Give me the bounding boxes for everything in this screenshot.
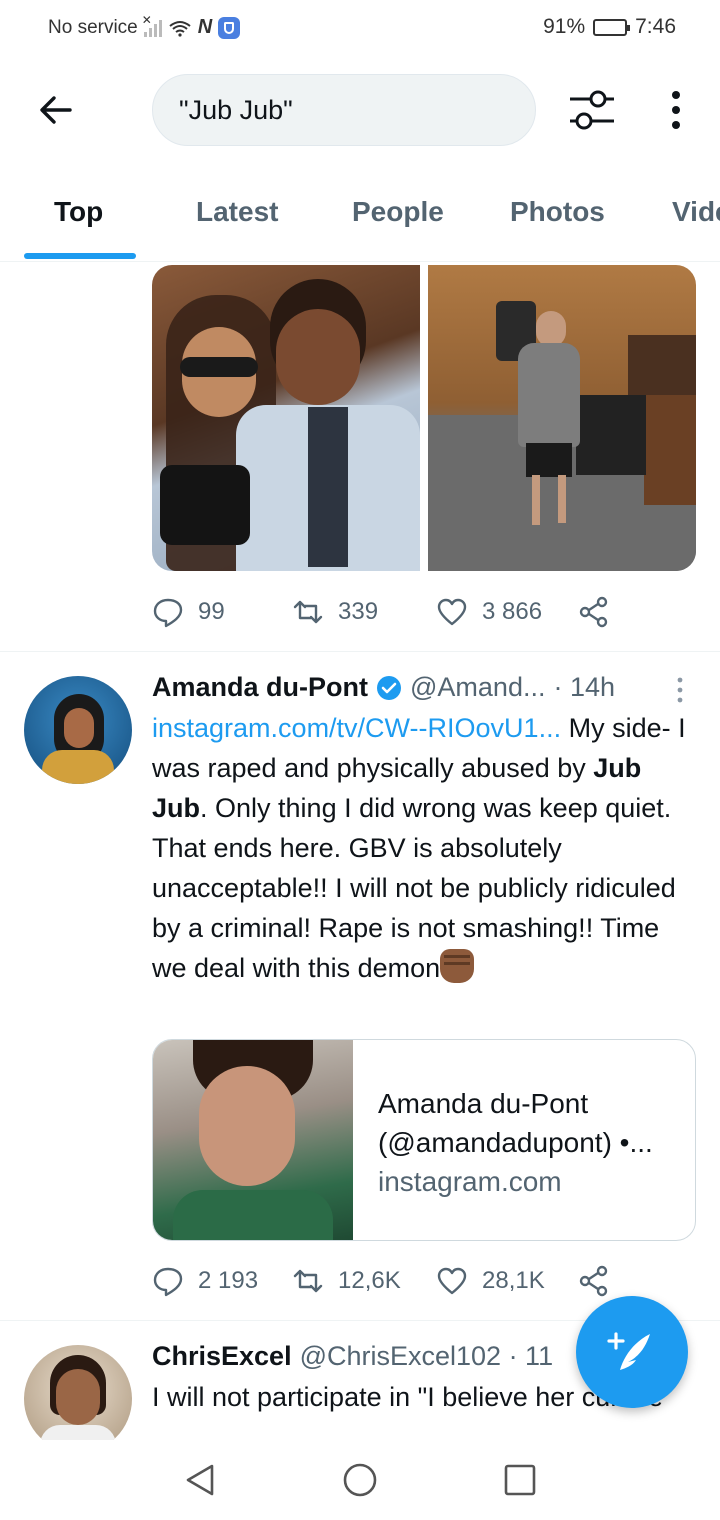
tweet2-actions: 2 193 12,6K 28,1K xyxy=(152,1261,632,1301)
search-query-text: "Jub Jub" xyxy=(179,94,293,125)
reply-button[interactable]: 2 193 xyxy=(152,1265,292,1297)
tab-photos[interactable]: Photos xyxy=(510,196,605,228)
filter-icon[interactable] xyxy=(568,88,616,132)
author-handle[interactable]: @Amand... xyxy=(410,672,545,703)
nav-back-icon[interactable] xyxy=(182,1462,218,1498)
carrier-text: No service xyxy=(48,16,138,38)
share-button[interactable] xyxy=(578,596,610,628)
search-tabs: Top Latest People Photos Videos xyxy=(0,178,720,262)
link-preview-image xyxy=(153,1040,353,1240)
reply-icon xyxy=(153,1267,183,1297)
link-preview-text: Amanda du-Pont (@amandadupont) •... inst… xyxy=(378,1084,678,1201)
tab-videos[interactable]: Videos xyxy=(672,196,720,228)
status-left: No service ✕ N xyxy=(48,13,241,39)
clock: 7:46 xyxy=(635,15,676,38)
retweet-button[interactable]: 339 xyxy=(292,596,436,628)
author-name[interactable]: Amanda du-Pont xyxy=(152,672,368,703)
author-handle[interactable]: @ChrisExcel102 · 11 xyxy=(300,1341,554,1372)
tweet-more-icon[interactable] xyxy=(672,676,688,704)
like-button[interactable]: 28,1K xyxy=(436,1265,578,1297)
tab-top[interactable]: Top xyxy=(54,196,103,228)
like-button[interactable]: 3 866 xyxy=(436,596,578,628)
tweet2-text: instagram.com/tv/CW--RIOovU1... My side-… xyxy=(152,708,692,988)
reply-count: 2 193 xyxy=(198,1267,259,1294)
wifi-icon xyxy=(169,20,191,37)
tweet-divider xyxy=(0,651,720,652)
share-icon xyxy=(579,596,608,628)
retweet-icon xyxy=(293,1269,323,1293)
tab-latest[interactable]: Latest xyxy=(196,196,278,228)
share-icon xyxy=(579,1265,608,1297)
author-name[interactable]: ChrisExcel xyxy=(152,1341,292,1372)
nfc-icon: N xyxy=(197,16,213,38)
link-card-title: Amanda du-Pont xyxy=(378,1088,589,1119)
heart-icon xyxy=(437,1267,467,1295)
status-bar: No service ✕ N 91% 7:46 xyxy=(0,0,720,58)
battery-percent: 91% xyxy=(543,15,586,38)
battery-icon xyxy=(593,18,631,36)
avatar-chrisexcel[interactable] xyxy=(24,1345,132,1440)
status-right: 91% 7:46 xyxy=(543,15,676,39)
tweet-media-grid[interactable] xyxy=(152,265,696,571)
search-input[interactable]: "Jub Jub" xyxy=(152,74,536,146)
retweet-count: 339 xyxy=(338,598,379,625)
share-button[interactable] xyxy=(578,1265,610,1297)
tweet-link[interactable]: instagram.com/tv/CW--RIOovU1... xyxy=(152,713,561,743)
tweet-photo-2[interactable] xyxy=(428,265,696,571)
compose-feather-icon xyxy=(607,1332,650,1370)
raised-fist-emoji-icon xyxy=(440,949,475,983)
tweet-time: · 14h xyxy=(553,672,616,702)
retweet-button[interactable]: 12,6K xyxy=(292,1265,436,1297)
like-count: 3 866 xyxy=(482,598,543,625)
tweet3-header: ChrisExcel @ChrisExcel102 · 11 xyxy=(152,1341,553,1372)
tweet1-actions: 99 339 3 866 xyxy=(152,592,632,632)
android-nav-bar xyxy=(0,1440,720,1520)
heart-icon xyxy=(437,598,467,626)
nav-recents-icon[interactable] xyxy=(502,1462,538,1498)
more-options-icon[interactable] xyxy=(664,90,688,130)
tab-people[interactable]: People xyxy=(352,196,444,228)
reply-icon xyxy=(153,598,183,628)
back-arrow-icon[interactable] xyxy=(36,90,76,130)
reply-count: 99 xyxy=(198,598,225,625)
signal-icon: ✕ xyxy=(142,13,162,37)
retweet-count: 12,6K xyxy=(338,1267,401,1294)
tweet2-header: Amanda du-Pont @Amand... · 14h xyxy=(152,672,615,703)
link-card-subtitle: (@amandadupont) •... xyxy=(378,1127,653,1158)
nav-home-icon[interactable] xyxy=(342,1462,378,1498)
compose-tweet-button[interactable] xyxy=(576,1296,688,1408)
link-card-domain: instagram.com xyxy=(378,1166,562,1197)
verified-badge-icon xyxy=(377,675,401,700)
link-preview-card[interactable]: Amanda du-Pont (@amandadupont) •... inst… xyxy=(152,1039,696,1241)
reply-button[interactable]: 99 xyxy=(152,596,292,628)
avatar-amanda[interactable] xyxy=(24,676,132,784)
like-count: 28,1K xyxy=(482,1267,545,1294)
active-tab-indicator xyxy=(24,253,136,259)
tweet-photo-1[interactable] xyxy=(152,265,420,571)
vpn-icon xyxy=(218,16,241,39)
retweet-icon xyxy=(293,600,323,624)
tweet-text-part2: . Only thing I did wrong was keep quiet.… xyxy=(152,793,676,983)
